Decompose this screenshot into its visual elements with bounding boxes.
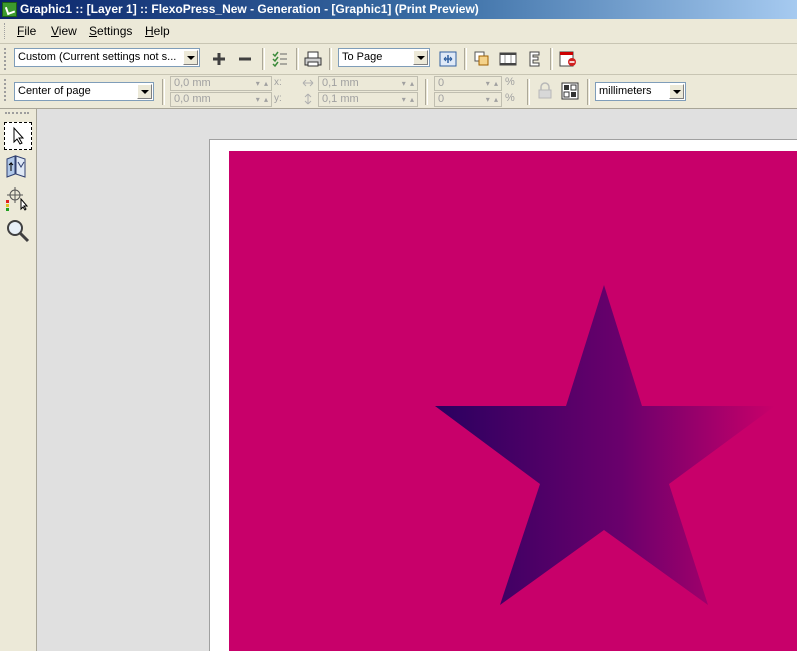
toolbar-separator: [587, 79, 590, 105]
text-frame-icon[interactable]: [524, 49, 544, 69]
percent-label: %: [505, 76, 515, 88]
toolbar-grip[interactable]: [4, 79, 9, 101]
star-shape[interactable]: [229, 151, 797, 651]
toolbox-grip[interactable]: [5, 112, 29, 117]
exit-preview-icon[interactable]: [558, 49, 578, 69]
film-icon[interactable]: [498, 49, 518, 69]
app-icon[interactable]: [2, 2, 17, 17]
page-flip-tool-icon[interactable]: [4, 153, 32, 181]
main-toolbar: Custom (Current settings not s... To Pag…: [0, 44, 797, 75]
toolbar-grip[interactable]: [4, 48, 9, 70]
preset-select[interactable]: Custom (Current settings not s...: [14, 48, 200, 67]
copies-icon[interactable]: [472, 49, 492, 69]
toolbar-separator: [262, 48, 265, 70]
title-bar: Graphic1 :: [Layer 1] :: FlexoPress_New …: [0, 0, 797, 19]
toolbar-separator: [162, 79, 165, 105]
x-position-field[interactable]: 0,0 mm: [170, 76, 272, 91]
y-axis-label: y:: [274, 93, 282, 104]
menu-file[interactable]: File: [17, 24, 36, 38]
chevron-down-icon[interactable]: [669, 84, 684, 99]
artwork-background: [229, 151, 797, 651]
color-picker-tool-icon[interactable]: [4, 185, 32, 213]
width-field[interactable]: 0,1 mm: [318, 76, 418, 91]
remove-icon[interactable]: [235, 49, 255, 69]
tile-icon[interactable]: [560, 81, 580, 101]
y-position-field[interactable]: 0,0 mm: [170, 92, 272, 107]
chevron-down-icon[interactable]: [413, 50, 428, 65]
scale-x-field[interactable]: 0: [434, 76, 502, 91]
x-axis-label: x:: [274, 77, 282, 88]
menu-view[interactable]: View: [51, 24, 77, 38]
toolbar-separator: [329, 48, 332, 70]
toolbar-separator: [527, 79, 530, 105]
lock-icon[interactable]: [535, 81, 555, 101]
chevron-down-icon[interactable]: [183, 50, 198, 65]
window-title: Graphic1 :: [Layer 1] :: FlexoPress_New …: [20, 2, 479, 16]
left-toolbox: [0, 109, 37, 651]
toolbar-separator: [550, 48, 553, 70]
print-icon[interactable]: [303, 49, 323, 69]
units-select[interactable]: millimeters: [595, 82, 686, 101]
toolbar-separator: [464, 48, 467, 70]
position-select[interactable]: Center of page: [14, 82, 154, 101]
menu-settings[interactable]: Settings: [89, 24, 132, 38]
height-arrow-icon: [302, 93, 314, 105]
transform-toolbar: Center of page 0,0 mm 0,0 mm x: y: 0,1 m…: [0, 75, 797, 109]
toolbar-separator: [425, 79, 428, 105]
fit-page-icon[interactable]: [438, 49, 458, 69]
width-arrow-icon: [302, 77, 314, 89]
toolbar-separator: [296, 48, 299, 70]
menu-bar: File View Settings Help: [0, 19, 797, 44]
add-icon[interactable]: [209, 49, 229, 69]
menu-help[interactable]: Help: [145, 24, 170, 38]
canvas-area[interactable]: [37, 109, 797, 651]
percent-label: %: [505, 92, 515, 104]
scale-y-field[interactable]: 0: [434, 92, 502, 107]
menu-grip: [4, 23, 8, 39]
chevron-down-icon[interactable]: [137, 84, 152, 99]
height-field[interactable]: 0,1 mm: [318, 92, 418, 107]
zoom-tool-icon[interactable]: [4, 217, 32, 245]
zoom-mode-select[interactable]: To Page: [338, 48, 430, 67]
checklist-icon[interactable]: [270, 49, 290, 69]
select-tool-icon[interactable]: [4, 122, 32, 150]
